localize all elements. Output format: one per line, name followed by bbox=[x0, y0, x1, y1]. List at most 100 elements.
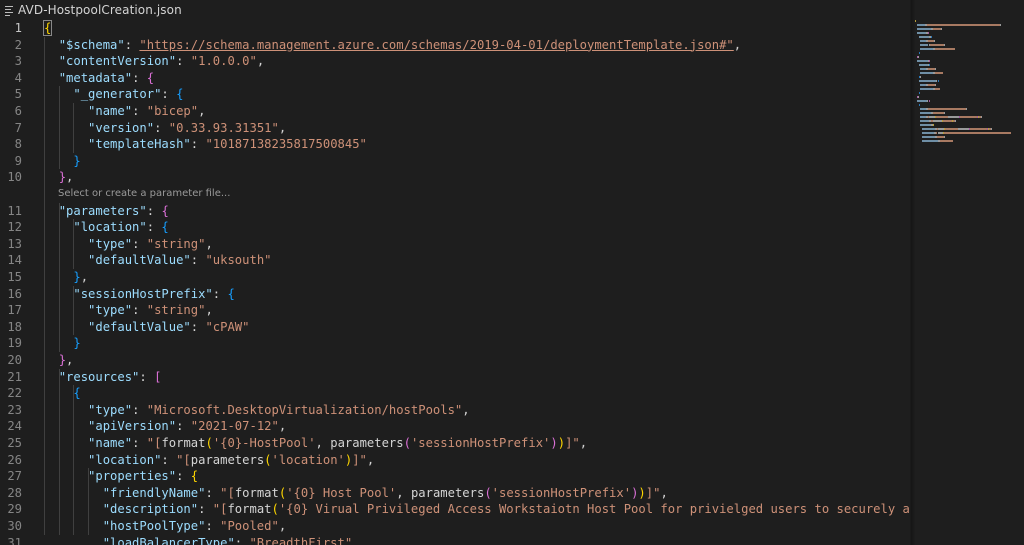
minimap-token bbox=[933, 28, 942, 30]
code-token: : bbox=[132, 303, 147, 318]
code-line-15[interactable]: 15 }, bbox=[0, 269, 910, 286]
code-token: "2021-07-12" bbox=[190, 419, 279, 434]
code-line-19[interactable]: 19 } bbox=[0, 335, 910, 352]
code-line-22[interactable]: 22 { bbox=[0, 385, 910, 402]
code-line-18[interactable]: 18 "defaultValue": "cPAW" bbox=[0, 319, 910, 336]
minimap-token bbox=[943, 132, 1011, 134]
code-line-12[interactable]: 12 "location": { bbox=[0, 219, 910, 236]
code-token: : bbox=[161, 87, 177, 102]
minimap-token bbox=[960, 116, 978, 118]
code-line-27[interactable]: 27 "properties": { bbox=[0, 468, 910, 485]
code-token: ( bbox=[264, 452, 272, 467]
code-token: : bbox=[176, 469, 191, 484]
code-line-9[interactable]: 9 } bbox=[0, 153, 910, 170]
code-line-6[interactable]: 6 "name": "bicep", bbox=[0, 103, 910, 120]
code-token: , bbox=[205, 303, 213, 318]
code-token: "string" bbox=[146, 236, 206, 251]
code-token: : bbox=[190, 137, 206, 152]
minimap-token bbox=[917, 96, 919, 98]
indent-guide bbox=[58, 86, 60, 170]
code-line-21[interactable]: 21 "resources": [ bbox=[0, 369, 910, 386]
code-token: "_generator" bbox=[73, 87, 162, 102]
code-line-20[interactable]: 20 }, bbox=[0, 352, 910, 369]
code-token: "metadata" bbox=[58, 70, 133, 85]
code-token: format bbox=[227, 502, 272, 517]
code-line-24[interactable]: 24 "apiVersion": "2021-07-12", bbox=[0, 418, 910, 435]
code-token: : bbox=[146, 220, 162, 235]
minimap-token bbox=[940, 140, 953, 142]
code-text: "type": "Microsoft.DesktopVirtualization… bbox=[44, 402, 470, 419]
code-token: '{0} Host Pool' bbox=[286, 485, 397, 500]
code-line-31[interactable]: 31 "loadBalancerType": "BreadthFirst" bbox=[0, 535, 910, 545]
minimap-token bbox=[920, 44, 929, 46]
code-line-5[interactable]: 5 "_generator": { bbox=[0, 86, 910, 103]
minimap-token bbox=[916, 32, 926, 34]
code-line-28[interactable]: 28 "friendlyName": "[format ('{0} Host Po… bbox=[0, 485, 910, 502]
code-token: , bbox=[396, 485, 411, 500]
minimap-token bbox=[933, 120, 942, 122]
code-token: : bbox=[132, 236, 147, 251]
code-token: "Pooled" bbox=[220, 519, 279, 533]
indent-guide bbox=[44, 36, 45, 535]
code-line-7[interactable]: 7 "version": "0.33.93.31351", bbox=[0, 120, 910, 137]
minimap-token bbox=[935, 116, 949, 118]
code-line-4[interactable]: 4 "metadata": { bbox=[0, 70, 910, 87]
code-token: "parameters" bbox=[58, 203, 147, 218]
code-line-2[interactable]: 2 "$schema": "https://schema.management.… bbox=[0, 37, 910, 54]
line-number: 24 bbox=[7, 419, 22, 434]
code-line-23[interactable]: 23 "type": "Microsoft.DesktopVirtualizat… bbox=[0, 402, 910, 419]
code-token: "BreadthFirst" bbox=[249, 535, 353, 545]
line-number: 26 bbox=[7, 452, 22, 467]
code-line-8[interactable]: 8 "templateHash": "10187138235817500845" bbox=[0, 136, 910, 153]
code-text: }, bbox=[44, 169, 74, 186]
code-token: : bbox=[205, 485, 221, 500]
minimap[interactable] bbox=[910, 0, 1024, 545]
code-token: , bbox=[278, 419, 287, 434]
code-line-25[interactable]: 25 "name": "[format('{0}-HostPool', para… bbox=[0, 435, 910, 452]
code-token: ]" bbox=[565, 436, 580, 450]
minimap-token bbox=[941, 28, 942, 30]
code-editor[interactable]: 1{2 "$schema": "https://schema.managemen… bbox=[0, 20, 910, 545]
minimap-token bbox=[920, 120, 930, 122]
minimap-token bbox=[930, 44, 944, 46]
code-line-10[interactable]: 10 }, bbox=[0, 169, 910, 186]
code-line-11[interactable]: 11 "parameters": { bbox=[0, 203, 910, 220]
line-number: 4 bbox=[14, 70, 22, 85]
minimap-token bbox=[934, 48, 955, 50]
minimap-token bbox=[918, 80, 936, 82]
code-line-26[interactable]: 26 "location": "[parameters('location')]… bbox=[0, 452, 910, 469]
code-text: "description": "[format('{0} Virual Priv… bbox=[44, 501, 910, 518]
code-line-3[interactable]: 3 "contentVersion": "1.0.0.0", bbox=[0, 53, 910, 70]
code-token: : bbox=[176, 54, 191, 69]
code-text: "version": "0.33.93.31351", bbox=[44, 120, 286, 137]
minimap-token bbox=[980, 116, 982, 118]
code-text: "location": { bbox=[44, 219, 168, 236]
code-text: "metadata": { bbox=[44, 70, 154, 87]
code-token: ) bbox=[550, 436, 558, 450]
code-line-14[interactable]: 14 "defaultValue": "uksouth" bbox=[0, 252, 910, 269]
code-line-29[interactable]: 29 "description": "[format('{0} Virual P… bbox=[0, 501, 910, 518]
code-text: "friendlyName": "[format ('{0} Host Pool'… bbox=[44, 485, 668, 502]
minimap-token bbox=[966, 108, 968, 110]
editor-tab[interactable]: AVD-HostpoolCreation.json bbox=[0, 0, 190, 20]
minimap-token bbox=[969, 128, 987, 130]
code-line-30[interactable]: 30 "hostPoolType": "Pooled", bbox=[0, 518, 910, 535]
minimap-token bbox=[943, 44, 945, 46]
code-token: "sessionHostPrefix" bbox=[73, 286, 213, 301]
code-token: , bbox=[315, 436, 331, 450]
line-number: 5 bbox=[14, 87, 22, 102]
code-token: "0.33.93.31351" bbox=[168, 120, 279, 135]
code-token: } bbox=[58, 353, 67, 367]
line-number: 19 bbox=[7, 336, 22, 351]
code-line-16[interactable]: 16 "sessionHostPrefix": { bbox=[0, 286, 910, 303]
minimap-token bbox=[933, 112, 944, 114]
line-number: 11 bbox=[7, 203, 22, 218]
code-line-17[interactable]: 17 "type": "string", bbox=[0, 302, 910, 319]
minimap-token bbox=[919, 76, 921, 78]
code-line-1[interactable]: 1{ bbox=[0, 20, 910, 37]
code-line-13[interactable]: 13 "type": "string", bbox=[0, 236, 910, 253]
